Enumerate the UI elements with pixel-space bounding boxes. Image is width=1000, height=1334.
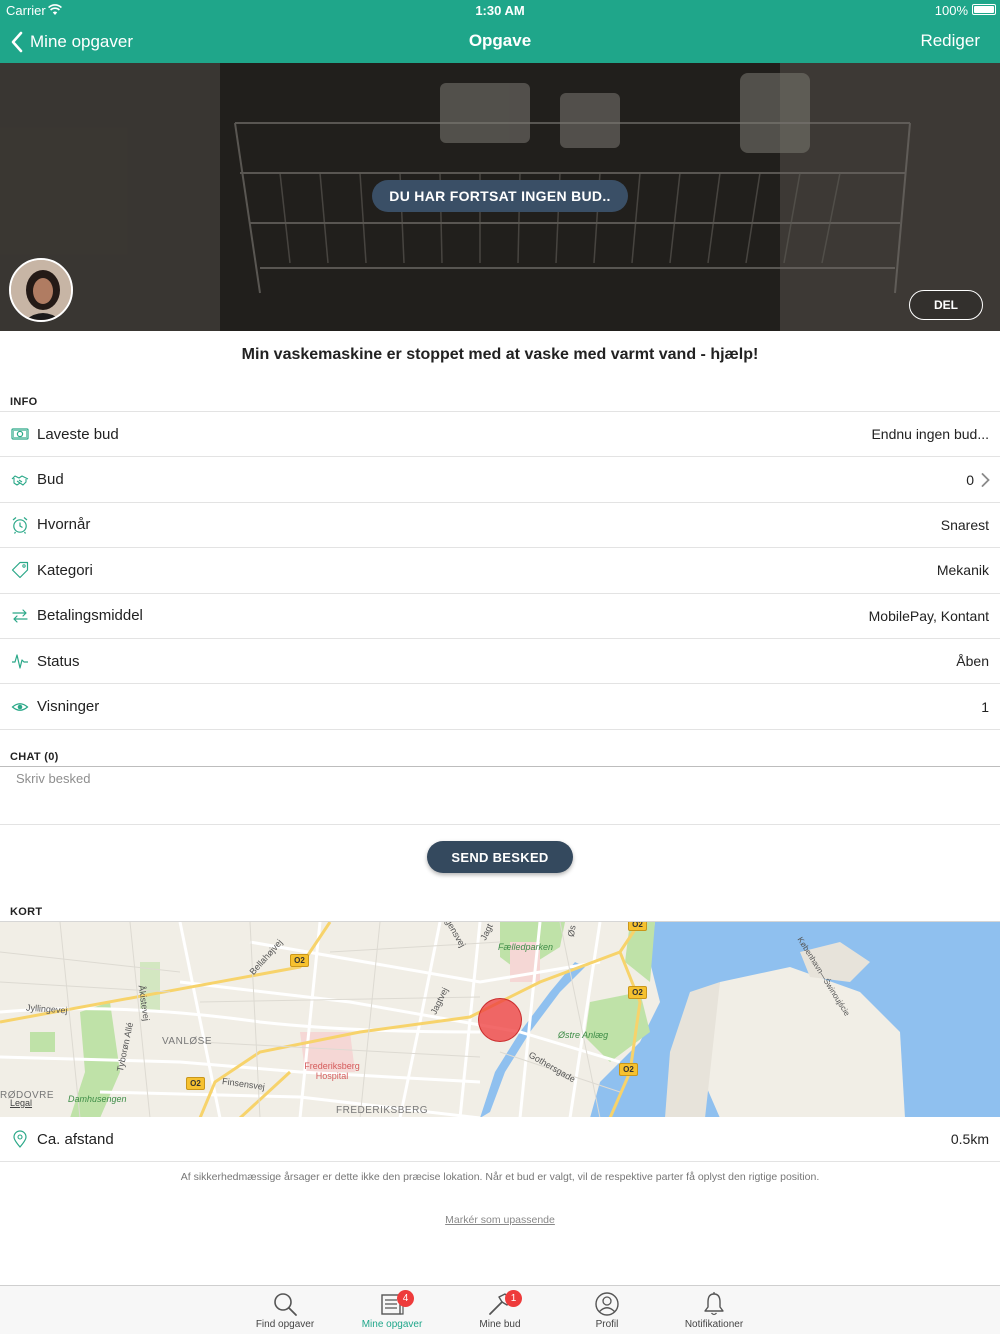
map-road-shield: O2 (186, 1077, 205, 1090)
task-title: Min vaskemaskine er stoppet med at vaske… (241, 346, 759, 363)
info-value: Endnu ingen bud... (871, 426, 989, 443)
battery-percentage: 100% (934, 3, 968, 18)
report-link-row: Markér som upassende (0, 1214, 1000, 1226)
info-value: Åben (956, 653, 989, 670)
info-label: Hvornår (37, 516, 91, 534)
cash-icon (11, 428, 29, 440)
location-disclaimer: Af sikkerhedmæssige årsager er dette ikk… (180, 1171, 820, 1183)
info-value: Mekanik (936, 562, 989, 579)
location-map[interactable]: Fælledparken Østre Anlæg Frederiksberg H… (0, 921, 1000, 1117)
map-label-damhusengen: Damhusengen (68, 1094, 127, 1104)
report-inappropriate-link[interactable]: Markér som upassende (445, 1214, 555, 1226)
status-time: 1:30 AM (475, 3, 525, 18)
distance-label: Ca. afstand (37, 1130, 114, 1148)
info-label: Kategori (37, 561, 93, 579)
map-label-faelledparken: Fælledparken (498, 942, 554, 952)
location-pin-icon (13, 1130, 27, 1148)
info-label: Betalingsmiddel (37, 607, 143, 625)
tab-my-bids[interactable]: 1 Mine bud (450, 1286, 550, 1334)
info-value: 0 (966, 471, 974, 488)
info-label: Bud (37, 471, 64, 489)
message-input[interactable] (0, 767, 1000, 824)
info-value: Snarest (940, 516, 989, 533)
chat-box (0, 766, 1000, 825)
distance-value: 0.5km (950, 1131, 989, 1147)
tab-profile[interactable]: Profil (557, 1286, 657, 1334)
tab-bar: Find opgaver 4 Mine opgaver 1 Mine bud P… (0, 1285, 1000, 1334)
map-section-label: KORT (10, 906, 43, 918)
handshake-icon (11, 475, 29, 486)
tab-my-tasks[interactable]: 4 Mine opgaver (342, 1286, 442, 1334)
chevron-right-icon (981, 473, 990, 488)
info-label: Status (37, 652, 80, 670)
app-root: Carrier 1:30 AM 100% Mine opgaver Opgave… (0, 0, 1000, 1334)
map-road-shield: O2 (619, 1063, 638, 1076)
chat-section-label: CHAT (0) (10, 751, 59, 763)
avatar[interactable] (9, 258, 73, 322)
map-road-shield: O2 (628, 922, 647, 931)
page-title: Opgave (468, 31, 532, 50)
bell-icon (704, 1292, 724, 1316)
map-label-frederiksberg: FREDERIKSBERG (336, 1105, 429, 1116)
info-row-payment: Betalingsmiddel MobilePay, Kontant (0, 594, 1000, 639)
back-button-label: Mine opgaver (30, 32, 134, 51)
search-icon (274, 1293, 297, 1316)
info-row-lowest-bid: Laveste bud Endnu ingen bud... (0, 412, 1000, 458)
pulse-icon (12, 654, 28, 669)
info-label: Laveste bud (37, 425, 119, 443)
info-value: MobilePay, Kontant (868, 607, 989, 624)
navigation-bar: Carrier 1:30 AM 100% Mine opgaver Opgave… (0, 0, 1000, 63)
edit-button[interactable]: Rediger (920, 31, 980, 51)
share-button[interactable]: DEL (909, 290, 983, 320)
map-label-frederiksberg-hospital: Frederiksberg Hospital (304, 1061, 360, 1081)
info-value: 1 (981, 698, 989, 715)
chevron-left-icon (11, 31, 23, 53)
eye-icon (11, 702, 29, 711)
map-label-ostre-anlaeg: Østre Anlæg (558, 1030, 609, 1040)
info-row-category: Kategori Mekanik (0, 548, 1000, 594)
info-row-status: Status Åben (0, 639, 1000, 685)
tab-label: Notifikationer (684, 1319, 744, 1330)
map-road-shield: O2 (290, 954, 309, 967)
map-label-vanlose: VANLØSE (162, 1036, 212, 1047)
send-message-button[interactable]: SEND BESKED (427, 841, 573, 873)
info-row-views: Visninger 1 (0, 684, 1000, 730)
my-tasks-badge: 4 (397, 1290, 414, 1307)
map-road-shield: O2 (628, 986, 647, 999)
info-section-label: INFO (10, 396, 38, 408)
info-label: Visninger (37, 698, 100, 716)
transfer-icon (12, 609, 28, 623)
tab-find-tasks[interactable]: Find opgaver (235, 1286, 335, 1334)
info-row-bids[interactable]: Bud 0 (0, 457, 1000, 503)
back-button[interactable]: Mine opgaver (10, 28, 133, 56)
info-list: Laveste bud Endnu ingen bud... Bud 0 Hvo… (0, 411, 1000, 730)
no-bids-badge: DU HAR FORTSAT INGEN BUD.. (372, 180, 628, 212)
tag-icon (11, 562, 29, 579)
alarm-clock-icon (12, 517, 28, 534)
profile-icon (595, 1292, 619, 1316)
task-photo: DU HAR FORTSAT INGEN BUD.. DEL (0, 63, 1000, 331)
battery-icon (972, 4, 996, 15)
info-row-when: Hvornår Snarest (0, 503, 1000, 549)
map-legal-link[interactable]: Legal (10, 1098, 32, 1108)
tab-notifications[interactable]: Notifikationer (664, 1286, 764, 1334)
map-label-os: Øs (565, 924, 578, 938)
my-bids-badge: 1 (505, 1290, 522, 1307)
distance-row: Ca. afstand 0.5km (0, 1117, 1000, 1162)
approximate-location-marker (478, 998, 522, 1042)
